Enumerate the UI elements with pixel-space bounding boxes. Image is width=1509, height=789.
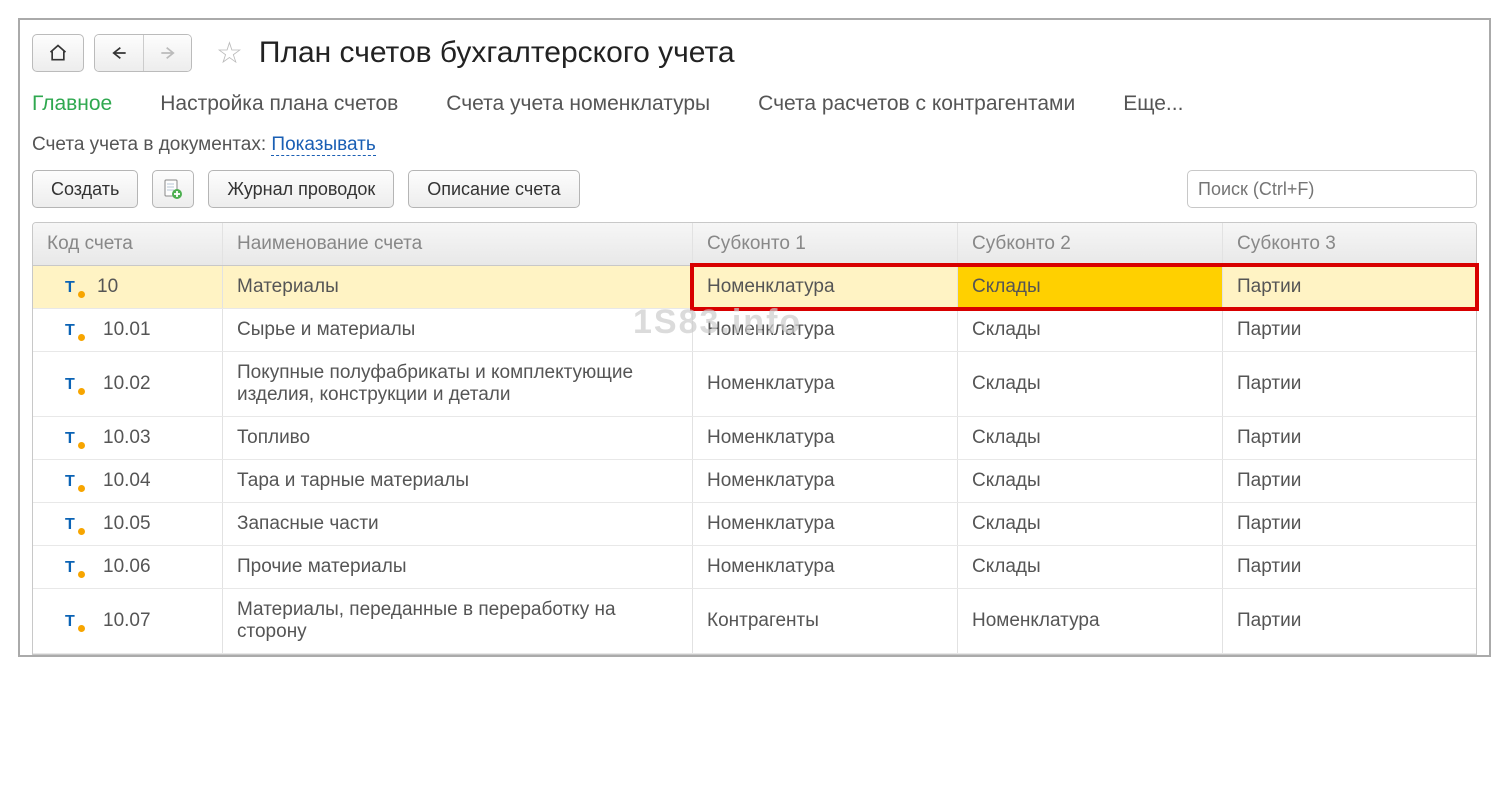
column-header-2[interactable]: Субконто 1 <box>693 223 958 265</box>
cell-sub3: Партии <box>1223 546 1476 588</box>
column-header-0[interactable]: Код счета <box>33 223 223 265</box>
account-type-icon: T <box>65 612 83 630</box>
cell-name: Материалы <box>223 266 693 308</box>
table-row[interactable]: T 10.04 Тара и тарные материалыНоменклатур… <box>33 460 1476 503</box>
table-body: T10МатериалыНоменклатураСкладыПартииT10.… <box>33 266 1476 654</box>
cell-sub2: Склады <box>958 309 1223 351</box>
code-text: 10 <box>97 276 118 298</box>
cell-sub2: Склады <box>958 460 1223 502</box>
cell-sub2: Склады <box>958 503 1223 545</box>
code-text: 10.02 <box>103 373 151 395</box>
column-header-3[interactable]: Субконто 2 <box>958 223 1223 265</box>
cell-sub1: Номенклатура <box>693 352 958 416</box>
cell-sub1: Номенклатура <box>693 417 958 459</box>
table-row[interactable]: T 10.06 Прочие материалыНоменклатураСклады… <box>33 546 1476 589</box>
cell-sub3: Партии <box>1223 503 1476 545</box>
account-type-icon: T <box>65 429 83 447</box>
cell-code: T 10.03 <box>33 417 223 459</box>
cell-sub2: Склады <box>958 352 1223 416</box>
page-title: План счетов бухгалтерского учета <box>259 36 735 70</box>
code-text: 10.04 <box>103 470 151 492</box>
tab-2[interactable]: Счета учета номенклатуры <box>446 92 710 116</box>
cell-sub1: Номенклатура <box>693 503 958 545</box>
cell-code: T 10.01 <box>33 309 223 351</box>
cell-code: T 10.02 <box>33 352 223 416</box>
favorite-star-icon[interactable]: ☆ <box>216 36 243 71</box>
cell-name: Покупные полуфабрикаты и комплектующие и… <box>223 352 693 416</box>
code-text: 10.07 <box>103 610 151 632</box>
cell-code: T 10 <box>33 266 223 308</box>
account-type-icon: T <box>65 515 83 533</box>
accounts-table: Код счетаНаименование счетаСубконто 1Суб… <box>32 222 1477 655</box>
journal-button[interactable]: Журнал проводок <box>208 170 394 208</box>
column-header-1[interactable]: Наименование счета <box>223 223 693 265</box>
table-row[interactable]: T 10 МатериалыНоменклатураСкладыПартии <box>33 266 1476 309</box>
cell-sub2: Склады <box>958 546 1223 588</box>
cell-name: Топливо <box>223 417 693 459</box>
code-text: 10.01 <box>103 319 151 341</box>
table-row[interactable]: T 10.02 Покупные полуфабрикаты и комплекту… <box>33 352 1476 417</box>
cell-sub3: Партии <box>1223 309 1476 351</box>
cell-sub3: Партии <box>1223 417 1476 459</box>
code-text: 10.05 <box>103 513 151 535</box>
cell-code: T 10.06 <box>33 546 223 588</box>
cell-sub2: Номенклатура <box>958 589 1223 653</box>
display-mode-link[interactable]: Показывать <box>271 134 375 156</box>
cell-name: Материалы, переданные в переработку на с… <box>223 589 693 653</box>
account-type-icon: T <box>65 558 83 576</box>
cell-sub3: Партии <box>1223 460 1476 502</box>
back-button[interactable] <box>95 35 143 71</box>
cell-sub1: Контрагенты <box>693 589 958 653</box>
tab-4[interactable]: Еще... <box>1123 92 1183 116</box>
code-text: 10.03 <box>103 427 151 449</box>
table-row[interactable]: T 10.05 Запасные частиНоменклатураСкладыПа… <box>33 503 1476 546</box>
titlebar: ☆ План счетов бухгалтерского учета <box>32 30 1477 86</box>
cell-name: Прочие материалы <box>223 546 693 588</box>
table-header: Код счетаНаименование счетаСубконто 1Суб… <box>33 223 1476 266</box>
table-row[interactable]: T 10.03 ТопливоНоменклатураСкладыПартии <box>33 417 1476 460</box>
cell-sub1: Номенклатура <box>693 460 958 502</box>
table-row[interactable]: T 10.01 Сырье и материалыНоменклатураСклад… <box>33 309 1476 352</box>
create-from-template-button[interactable] <box>152 170 194 208</box>
cell-sub3: Партии <box>1223 589 1476 653</box>
account-type-icon: T <box>65 375 83 393</box>
document-add-icon <box>164 179 182 199</box>
tabs: Главное Настройка плана счетов Счета учета… <box>32 86 1477 134</box>
table-wrap: Код счетаНаименование счетаСубконто 1Суб… <box>32 222 1477 655</box>
cell-code: T 10.04 <box>33 460 223 502</box>
code-text: 10.06 <box>103 556 151 578</box>
cell-name: Сырье и материалы <box>223 309 693 351</box>
home-button[interactable] <box>32 34 84 72</box>
cell-sub1: Номенклатура <box>693 266 958 308</box>
search-input[interactable] <box>1187 170 1477 208</box>
accounts-display-mode: Счета учета в документах: Показывать <box>32 134 1477 170</box>
tab-3[interactable]: Счета расчетов с контрагентами <box>758 92 1075 116</box>
tab-1[interactable]: Настройка плана счетов <box>160 92 398 116</box>
describe-account-button[interactable]: Описание счета <box>408 170 579 208</box>
tab-0[interactable]: Главное <box>32 92 112 116</box>
cell-sub3: Партии <box>1223 352 1476 416</box>
cell-name: Запасные части <box>223 503 693 545</box>
cell-sub2: Склады <box>958 266 1223 308</box>
table-row[interactable]: T 10.07 Материалы, переданные в переработк… <box>33 589 1476 654</box>
column-header-4[interactable]: Субконто 3 <box>1223 223 1476 265</box>
cell-code: T 10.07 <box>33 589 223 653</box>
info-prefix: Счета учета в документах: <box>32 134 271 155</box>
cell-sub1: Номенклатура <box>693 309 958 351</box>
account-type-icon: T <box>65 278 83 296</box>
account-type-icon: T <box>65 472 83 490</box>
cell-code: T 10.05 <box>33 503 223 545</box>
cell-sub1: Номенклатура <box>693 546 958 588</box>
toolbar: Создать Журнал проводок Описание счета <box>32 170 1477 222</box>
cell-sub3: Партии <box>1223 266 1476 308</box>
cell-sub2: Склады <box>958 417 1223 459</box>
app-window: ☆ План счетов бухгалтерского учета Главн… <box>18 18 1491 657</box>
forward-button[interactable] <box>143 35 191 71</box>
account-type-icon: T <box>65 321 83 339</box>
cell-name: Тара и тарные материалы <box>223 460 693 502</box>
create-button[interactable]: Создать <box>32 170 138 208</box>
nav-history-group <box>94 34 192 72</box>
